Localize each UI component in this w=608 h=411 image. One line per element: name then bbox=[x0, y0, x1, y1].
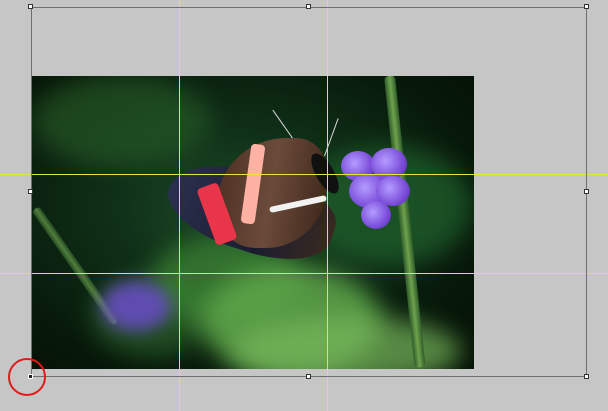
transform-handle-bottom-center[interactable] bbox=[306, 374, 311, 379]
transform-handle-middle-right[interactable] bbox=[584, 189, 589, 194]
document-canvas[interactable] bbox=[0, 0, 608, 411]
transform-handle-middle-left[interactable] bbox=[28, 189, 33, 194]
transform-handle-top-right[interactable] bbox=[584, 4, 589, 9]
transform-handle-top-left[interactable] bbox=[28, 4, 33, 9]
transform-handle-top-center[interactable] bbox=[306, 4, 311, 9]
free-transform-bounding-box[interactable] bbox=[31, 7, 587, 377]
highlight-circle bbox=[8, 358, 46, 396]
transform-handle-bottom-right[interactable] bbox=[584, 374, 589, 379]
